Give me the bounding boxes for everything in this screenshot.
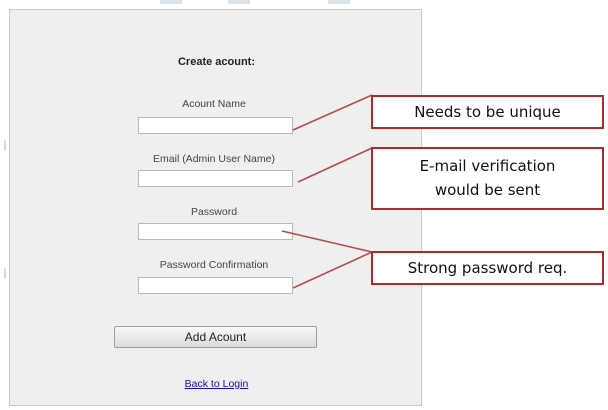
callout-strong-password-text: Strong password req.: [407, 259, 568, 277]
callout-email-verification: E-mail verification would be sent: [371, 147, 604, 210]
callout-unique-text: Needs to be unique: [414, 103, 561, 121]
edge-mark: [4, 268, 6, 278]
callout-email-line2: would be sent: [434, 181, 541, 199]
password-label: Password: [190, 206, 238, 218]
password-input[interactable]: [138, 223, 293, 240]
password-confirmation-input[interactable]: [138, 277, 293, 294]
edge-dash: [160, 0, 182, 4]
screenshot-left-edge: [0, 10, 9, 410]
add-account-button[interactable]: Add Acount: [114, 326, 317, 348]
email-input[interactable]: [138, 170, 293, 187]
account-name-label: Acount Name: [182, 98, 246, 110]
callout-strong-password: Strong password req.: [371, 251, 604, 285]
account-name-input[interactable]: [138, 117, 293, 134]
email-label: Email (Admin User Name): [153, 153, 275, 165]
edge-dash: [228, 0, 250, 4]
form-title: Create acount:: [177, 56, 256, 68]
edge-mark: [4, 140, 6, 150]
password-confirmation-label: Password Confirmation: [159, 259, 269, 271]
callout-unique: Needs to be unique: [371, 95, 604, 129]
create-account-panel: Create acount: Acount Name Email (Admin …: [9, 9, 422, 406]
back-to-login-link[interactable]: Back to Login: [10, 378, 423, 390]
edge-dash: [328, 0, 350, 4]
callout-email-line1: E-mail verification: [419, 157, 556, 175]
